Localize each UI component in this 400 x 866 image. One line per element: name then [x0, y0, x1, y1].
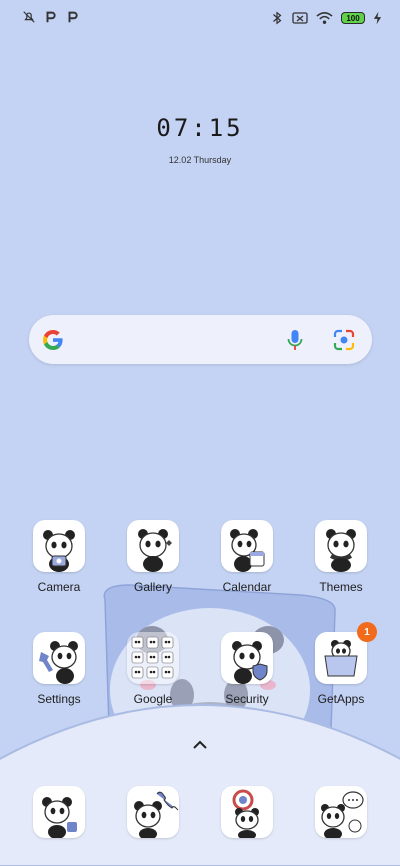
alarm-off-icon: [22, 9, 36, 25]
clock-date[interactable]: 12.02 Thursday: [0, 155, 400, 165]
messages-app-icon: [315, 786, 367, 838]
dialer-app-icon: [127, 786, 179, 838]
status-bar: 100: [0, 0, 400, 36]
bluetooth-icon: [270, 10, 284, 26]
app-getapps[interactable]: GetApps: [301, 632, 381, 706]
mic-icon[interactable]: [285, 328, 305, 352]
notification-badge: 1: [357, 622, 377, 642]
parking-app-icon: [66, 9, 80, 25]
dock-phone[interactable]: [19, 786, 99, 838]
google-lens-icon[interactable]: [332, 328, 356, 352]
app-google-folder[interactable]: Google: [113, 632, 193, 706]
app-label: Gallery: [133, 580, 172, 594]
sim-off-icon: [292, 10, 308, 26]
app-label: Calendar: [222, 580, 272, 594]
google-folder-icon: [127, 632, 179, 684]
calendar-app-icon: [221, 520, 273, 572]
chevron-up-icon[interactable]: [190, 738, 210, 752]
settings-app-icon: [33, 632, 85, 684]
app-label: GetApps: [317, 692, 365, 706]
gallery-app-icon: [127, 520, 179, 572]
phone-app-icon: [33, 786, 85, 838]
app-security[interactable]: Security: [207, 632, 287, 706]
parking-app-icon: [44, 9, 58, 25]
status-right: 100: [270, 10, 382, 26]
chrome-app-icon: [221, 786, 273, 838]
wifi-icon: [316, 10, 333, 26]
google-search-bar[interactable]: [29, 315, 372, 364]
app-label: Google: [133, 692, 173, 706]
themes-app-icon: [315, 520, 367, 572]
app-label: Camera: [37, 580, 81, 594]
dock-dialer[interactable]: [113, 786, 193, 838]
battery-indicator: 100: [341, 12, 365, 24]
camera-app-icon: [33, 520, 85, 572]
clock-time[interactable]: 07:15: [0, 114, 400, 142]
app-gallery[interactable]: Gallery: [113, 520, 193, 594]
app-label: Security: [225, 692, 269, 706]
app-camera[interactable]: Camera: [19, 520, 99, 594]
bolt-icon: [373, 10, 382, 26]
getapps-app-icon: [315, 632, 367, 684]
dock-messages[interactable]: [301, 786, 381, 838]
dock-chrome[interactable]: [207, 786, 287, 838]
app-label: Themes: [319, 580, 363, 594]
app-themes[interactable]: Themes: [301, 520, 381, 594]
app-label: Settings: [37, 692, 81, 706]
status-left: [22, 9, 80, 25]
app-settings[interactable]: Settings: [19, 632, 99, 706]
security-app-icon: [221, 632, 273, 684]
app-calendar[interactable]: Calendar: [207, 520, 287, 594]
google-g-icon: [43, 330, 63, 350]
